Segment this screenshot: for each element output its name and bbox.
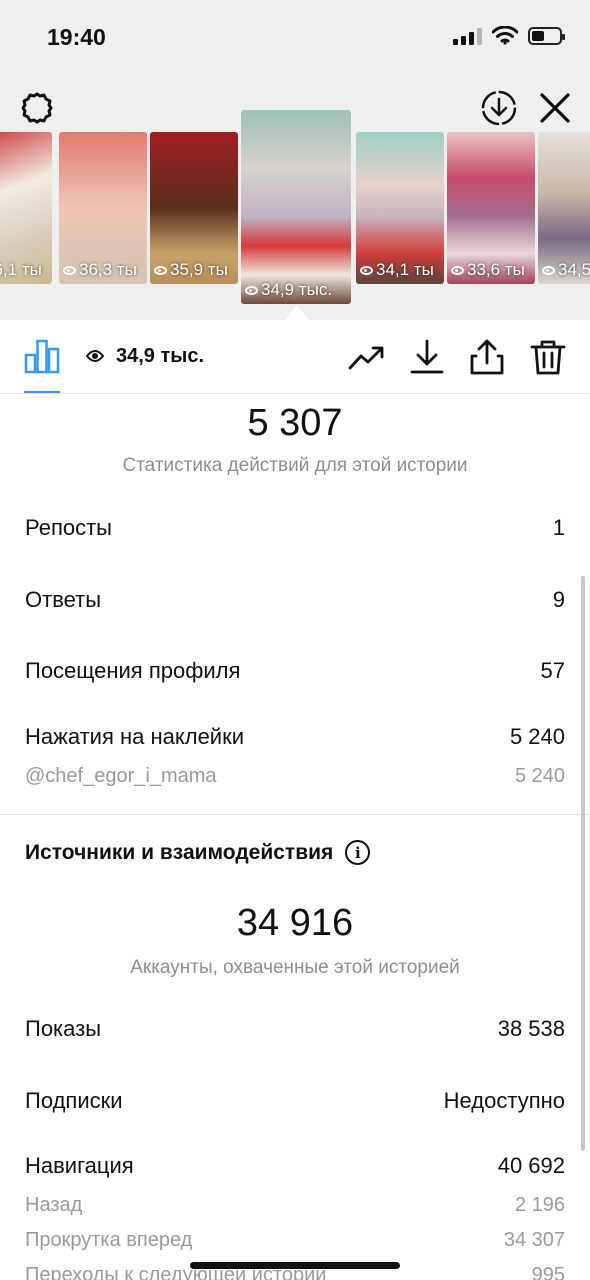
eye-icon (86, 350, 104, 362)
eye-icon (360, 265, 373, 275)
eye-icon (451, 265, 464, 275)
stat-row-forward: Прокрутка вперед 34 307 (25, 1229, 565, 1252)
thumbnail-views: 34,9 тыс. (261, 280, 333, 299)
story-thumbnail[interactable]: 36,1 ты (0, 132, 52, 284)
actions-total: 5 307 (247, 402, 343, 444)
stat-value: 34 307 (503, 1229, 565, 1251)
active-story-pointer (285, 305, 309, 320)
status-bar: 19:40 (0, 0, 590, 75)
thumbnail-views: 36,1 ты (0, 260, 42, 279)
story-thumbnail[interactable]: 34,5 (538, 132, 590, 284)
stat-label: Ответы (25, 587, 102, 612)
thumbnail-views: 34,5 (558, 260, 590, 279)
story-thumbnail[interactable]: 35,9 ты (150, 132, 238, 284)
stat-value: 9 (552, 587, 565, 612)
stat-value: 995 (531, 1264, 565, 1280)
stat-label: Показы (25, 1016, 102, 1041)
stat-label: @chef_egor_i_mama (25, 765, 217, 787)
bar-chart-icon[interactable] (24, 338, 60, 374)
stat-value: 2 196 (514, 1194, 565, 1216)
reach-caption: Аккаунты, охваченные этой историей (130, 957, 460, 978)
story-thumbnail[interactable]: 34,1 ты (356, 132, 444, 284)
stat-label: Подписки (25, 1088, 123, 1113)
reach-total: 34 916 (236, 902, 354, 944)
trending-up-icon[interactable] (347, 338, 385, 376)
thumbnail-views: 35,9 ты (170, 260, 228, 279)
stat-row-replies: Ответы 9 (25, 587, 565, 613)
info-icon[interactable]: i (345, 840, 371, 865)
stat-label: Назад (25, 1194, 83, 1216)
story-thumbnails: 36,1 ты 36,3 ты 35,9 ты 34,9 тыс. 34,1 т… (0, 110, 590, 310)
insights-content: 5 307 Статистика действий для этой истор… (0, 394, 590, 1280)
scrollbar[interactable] (581, 576, 585, 1151)
eye-icon (245, 285, 258, 295)
active-tab-underline (24, 391, 60, 393)
eye-icon (542, 265, 555, 275)
views-total: 34,9 тыс. (116, 345, 205, 367)
story-thumbnail[interactable]: 33,6 ты (447, 132, 535, 284)
thumbnail-views: 33,6 ты (467, 260, 525, 279)
stat-row-sticker-taps: Нажатия на наклейки 5 240 (25, 724, 565, 750)
eye-icon (154, 265, 167, 275)
eye-icon (63, 265, 76, 275)
battery-icon (528, 26, 565, 45)
story-thumbnail[interactable]: 36,3 ты (59, 132, 147, 284)
stat-label: Репосты (25, 515, 112, 540)
insights-toolbar: 34,9 тыс. (0, 320, 590, 394)
stat-row-follows: Подписки Недоступно (25, 1088, 565, 1114)
stat-value: 57 (540, 658, 565, 683)
story-thumbnail-active[interactable]: 34,9 тыс. (241, 110, 351, 304)
stat-row-sticker-mention[interactable]: @chef_egor_i_mama 5 240 (25, 765, 565, 788)
stat-row-reposts: Репосты 1 (25, 515, 565, 541)
status-icons (453, 26, 565, 45)
section-divider (0, 814, 590, 815)
trash-icon[interactable] (529, 338, 567, 376)
stat-value: Недоступно (443, 1088, 565, 1113)
status-time: 19:40 (47, 24, 106, 50)
home-indicator[interactable] (190, 1262, 400, 1269)
signal-icon (453, 27, 482, 45)
section-title-sources: Источники и взаимодействия i (25, 840, 371, 865)
wifi-icon (492, 26, 518, 45)
stat-value: 1 (552, 515, 565, 540)
stat-label: Посещения профиля (25, 658, 241, 683)
thumbnail-views: 34,1 ты (376, 260, 434, 279)
stat-value: 5 240 (514, 765, 565, 787)
thumbnail-views: 36,3 ты (79, 260, 137, 279)
stat-label: Нажатия на наклейки (25, 724, 245, 749)
stat-value: 5 240 (509, 724, 565, 749)
stat-value: 38 538 (497, 1016, 565, 1041)
stat-row-navigation: Навигация 40 692 (25, 1153, 565, 1179)
download-icon[interactable] (408, 338, 446, 376)
stat-row-impressions: Показы 38 538 (25, 1016, 565, 1042)
story-header-area: 19:40 36,1 ты 36,3 ты (0, 0, 590, 320)
stat-row-profile-visits: Посещения профиля 57 (25, 658, 565, 684)
actions-caption: Статистика действий для этой истории (122, 455, 468, 476)
stat-value: 40 692 (497, 1153, 565, 1178)
share-icon[interactable] (468, 338, 506, 376)
stat-row-back: Назад 2 196 (25, 1194, 565, 1217)
stat-label: Прокрутка вперед (25, 1229, 193, 1251)
stat-label: Навигация (25, 1153, 134, 1178)
